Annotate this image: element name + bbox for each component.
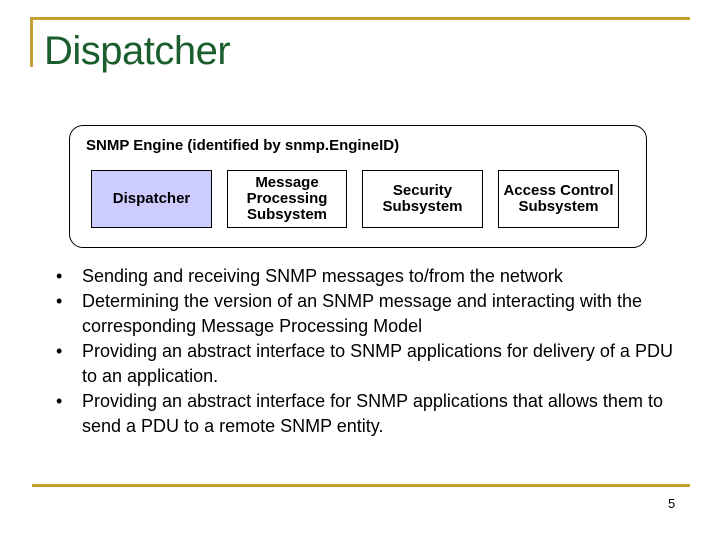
- title-accent-rule-left: [30, 17, 33, 67]
- security-box-label: Security Subsystem: [382, 182, 463, 215]
- bullet-item: • Sending and receiving SNMP messages to/…: [52, 264, 692, 289]
- access-control-box: Access Control Subsystem: [498, 170, 619, 228]
- bullet-text: Providing an abstract interface to SNMP …: [82, 341, 673, 386]
- bullet-text: Sending and receiving SNMP messages to/f…: [82, 266, 563, 286]
- page-number: 5: [668, 496, 676, 511]
- bullet-text: Determining the version of an SNMP messa…: [82, 291, 642, 336]
- bullet-list: • Sending and receiving SNMP messages to/…: [52, 264, 692, 439]
- message-processing-box-label: Message Processing Subsystem: [246, 174, 328, 223]
- bullet-icon: •: [56, 391, 63, 411]
- bullet-item: • Providing an abstract interface for SNM…: [52, 389, 692, 439]
- snmp-engine-label: SNMP Engine (identified by snmp.EngineID…: [86, 137, 400, 154]
- title-accent-rule-top: [30, 17, 690, 20]
- dispatcher-box: Dispatcher: [91, 170, 212, 228]
- bullet-item: • Providing an abstract interface to SNMP…: [52, 339, 692, 389]
- bullet-icon: •: [56, 266, 63, 286]
- bullet-item: • Determining the version of an SNMP mess…: [52, 289, 692, 339]
- footer-accent-rule: [32, 484, 690, 487]
- dispatcher-box-label: Dispatcher: [112, 190, 191, 207]
- slide-title: Dispatcher: [44, 29, 231, 73]
- bullet-text: Providing an abstract interface for SNMP…: [82, 391, 663, 436]
- bullet-icon: •: [56, 291, 63, 311]
- security-box: Security Subsystem: [362, 170, 483, 228]
- message-processing-box: Message Processing Subsystem: [227, 170, 347, 228]
- bullet-icon: •: [56, 341, 63, 361]
- access-control-box-label: Access Control Subsystem: [503, 182, 614, 215]
